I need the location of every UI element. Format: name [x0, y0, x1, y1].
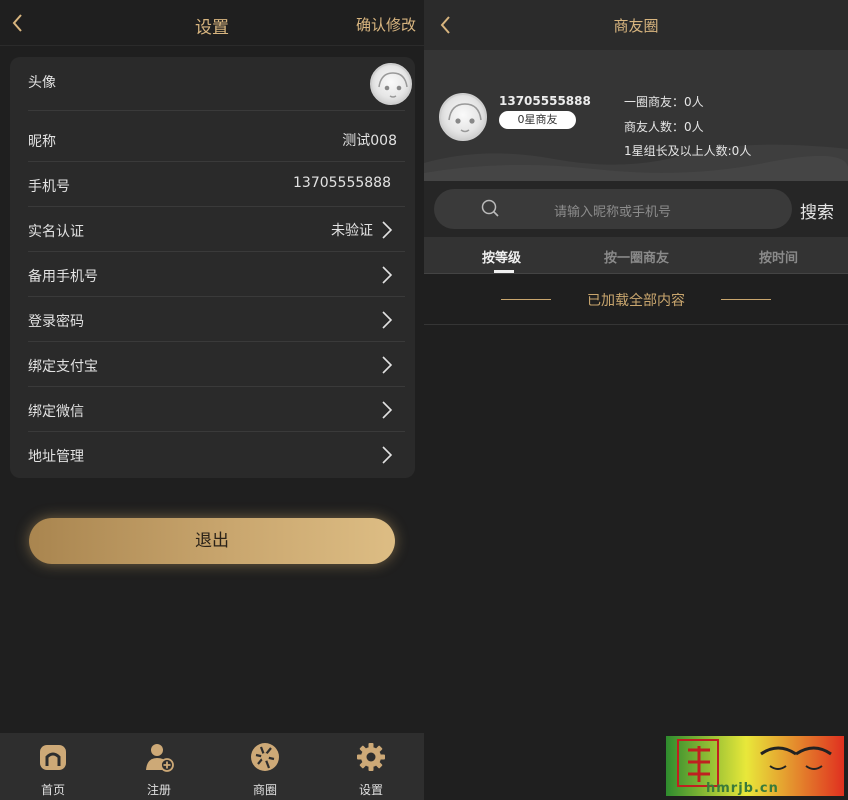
home-icon: [40, 745, 66, 770]
avatar-face-icon: [378, 72, 408, 98]
chevron-right-icon: [382, 401, 393, 419]
settings-row-backup-phone[interactable]: 备用手机号: [28, 252, 405, 297]
tab-register[interactable]: 注册: [106, 733, 212, 800]
row-label: 头像: [28, 75, 56, 91]
settings-row-password[interactable]: 登录密码: [28, 297, 405, 342]
tab-label: 注册: [146, 783, 171, 797]
avatar[interactable]: [370, 63, 412, 105]
settings-row-verification[interactable]: 实名认证 未验证: [28, 207, 405, 252]
loaded-text: 已加载全部内容: [587, 293, 685, 309]
divider-line: [721, 299, 771, 300]
tab-by-first-circle[interactable]: 按一圈商友: [604, 247, 669, 266]
row-label: 手机号: [28, 179, 70, 195]
load-complete-notice: 已加载全部内容: [424, 274, 848, 325]
tab-label: 设置: [358, 783, 383, 797]
search-bar: 请输入昵称或手机号 搜索: [424, 181, 848, 237]
logout-button[interactable]: 退出: [29, 518, 395, 564]
watermark-text: hmrjb.cn: [706, 781, 779, 796]
aperture-icon: [251, 743, 279, 771]
search-placeholder: 请输入昵称或手机号: [554, 205, 672, 220]
bottom-tab-bar: 首页 注册 商圈 设置: [0, 733, 424, 800]
settings-row-nickname[interactable]: 昵称 测试008: [28, 117, 405, 162]
row-value: 测试008: [342, 133, 397, 149]
search-input[interactable]: 请输入昵称或手机号: [434, 189, 792, 229]
chevron-right-icon: [382, 311, 393, 329]
watermark-logo: hmrjb.cn: [666, 736, 844, 796]
search-icon: [481, 199, 499, 217]
tab-settings[interactable]: 设置: [318, 733, 424, 800]
stat-leader-count: 1星组长及以上人数:0人: [624, 144, 752, 158]
tab-home[interactable]: 首页: [0, 733, 106, 800]
tab-by-time[interactable]: 按时间: [759, 247, 798, 266]
chevron-right-icon: [382, 356, 393, 374]
circle-header: 商友圈: [424, 0, 848, 50]
stat-first-circle: 一圈商友：0人: [624, 95, 704, 109]
chevron-right-icon: [382, 446, 393, 464]
settings-header: 设置 确认修改: [0, 0, 424, 46]
active-tab-indicator: [494, 270, 514, 273]
row-value: 13705555888: [293, 175, 391, 191]
row-label: 地址管理: [28, 449, 84, 465]
tab-label: 商圈: [252, 783, 277, 797]
profile-banner: 13705555888 0星商友 一圈商友：0人 商友人数：0人 1星组长及以上…: [424, 50, 848, 181]
level-badge: 0星商友: [499, 111, 576, 129]
sort-tabs: 按等级 按一圈商友 按时间: [424, 237, 848, 274]
settings-row-phone[interactable]: 手机号 13705555888: [28, 162, 405, 207]
settings-row-address[interactable]: 地址管理: [28, 432, 405, 477]
stat-friend-count: 商友人数：0人: [624, 120, 704, 134]
profile-phone: 13705555888: [499, 94, 591, 108]
tab-by-level[interactable]: 按等级: [482, 247, 521, 266]
avatar: [439, 93, 487, 141]
settings-row-avatar[interactable]: 头像: [28, 57, 412, 111]
add-user-icon: [146, 744, 174, 772]
gear-icon: [357, 743, 385, 771]
row-label: 备用手机号: [28, 269, 98, 285]
circle-screen: 商友圈 13705555888 0星商友 一圈商友：0人 商友人数：0人 1星组…: [424, 0, 848, 800]
tab-label: 首页: [40, 783, 65, 797]
settings-screen: 设置 确认修改 头像 昵称 测试008 手机号 13705555888 实名认证: [0, 0, 424, 800]
row-label: 实名认证: [28, 224, 84, 240]
row-label: 昵称: [28, 134, 56, 150]
avatar-face-icon: [448, 103, 482, 133]
tab-circle[interactable]: 商圈: [212, 733, 318, 800]
settings-card: 头像 昵称 测试008 手机号 13705555888 实名认证 未验证 备用手…: [10, 57, 415, 478]
chevron-right-icon: [382, 266, 393, 284]
row-label: 登录密码: [28, 314, 84, 330]
settings-row-alipay[interactable]: 绑定支付宝: [28, 342, 405, 387]
chevron-right-icon: [382, 221, 393, 239]
row-label: 绑定微信: [28, 404, 84, 420]
search-button[interactable]: 搜索: [800, 198, 834, 223]
page-title: 商友圈: [613, 17, 659, 35]
row-label: 绑定支付宝: [28, 359, 98, 375]
row-value: 未验证: [331, 223, 373, 239]
confirm-button[interactable]: 确认修改: [356, 14, 416, 35]
settings-row-wechat[interactable]: 绑定微信: [28, 387, 405, 432]
